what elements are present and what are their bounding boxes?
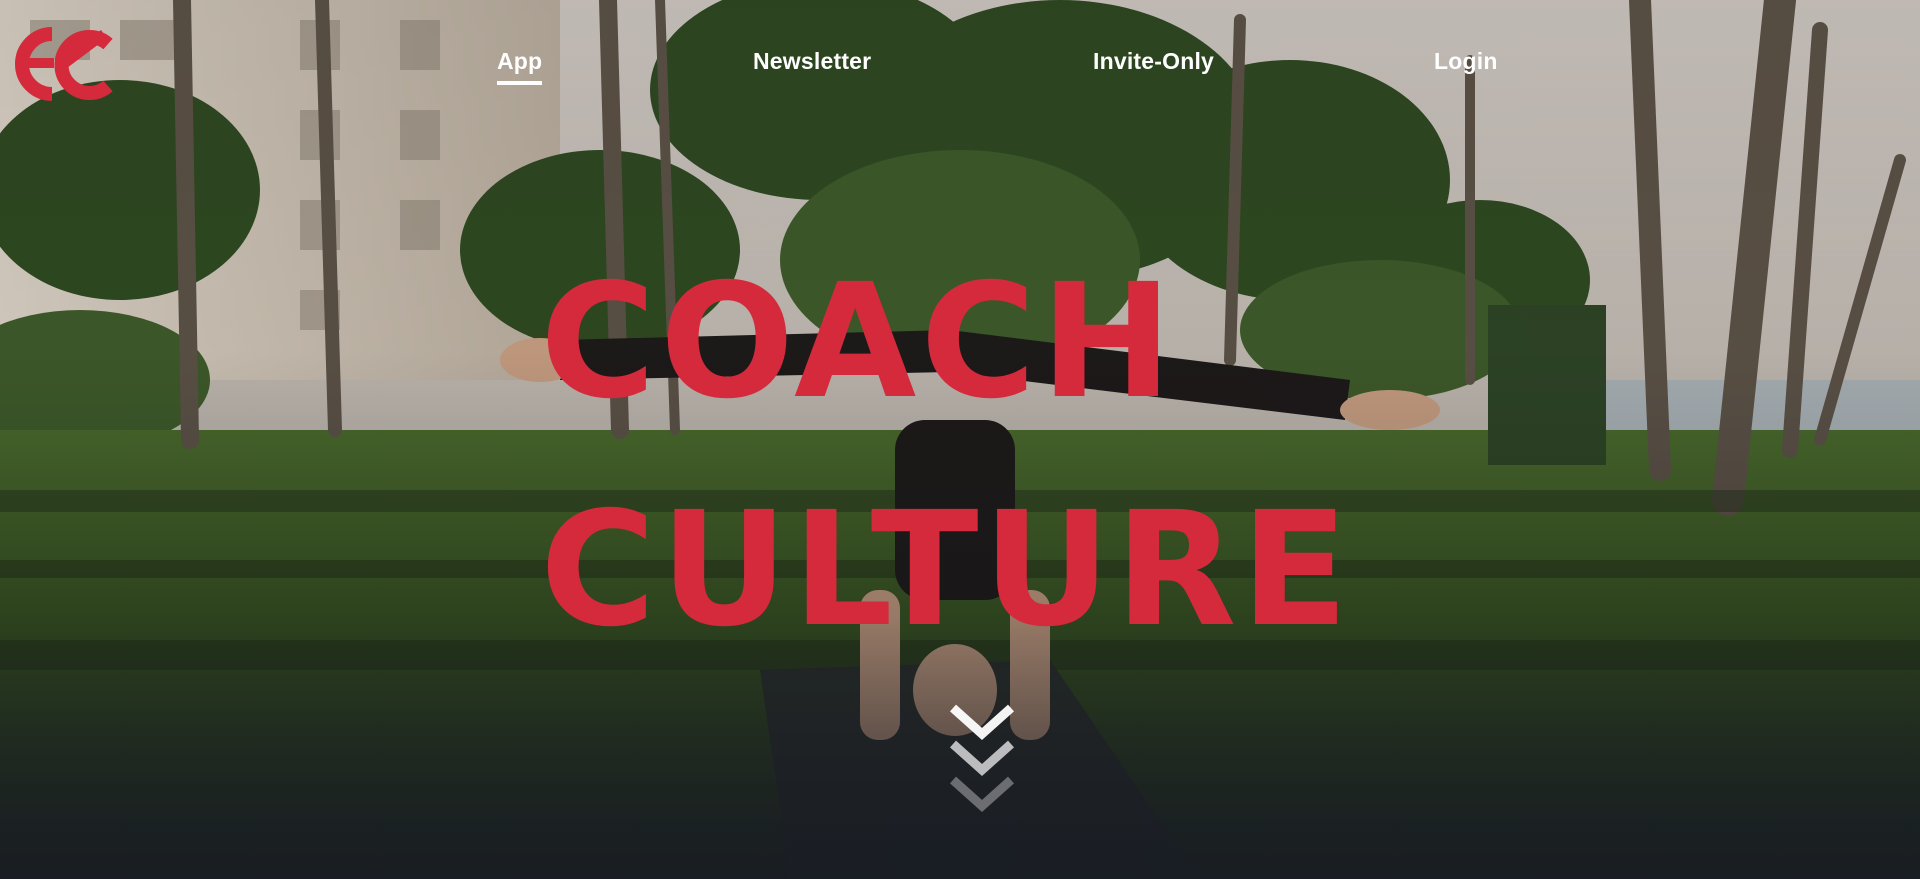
nav-link-app[interactable]: App bbox=[497, 48, 543, 85]
nav-link-newsletter[interactable]: Newsletter bbox=[753, 48, 871, 75]
hero-title-line-1: Coach bbox=[540, 250, 1177, 434]
hero-wordmark: Coach Culture bbox=[540, 228, 1400, 684]
chevrons-down-icon[interactable] bbox=[949, 704, 1015, 822]
main-nav: App Newsletter Invite-Only Login bbox=[0, 48, 1920, 88]
nav-link-invite-only[interactable]: Invite-Only bbox=[1093, 48, 1214, 75]
nav-link-login[interactable]: Login bbox=[1434, 48, 1498, 75]
hero-title-line-2: Culture bbox=[540, 478, 1353, 662]
